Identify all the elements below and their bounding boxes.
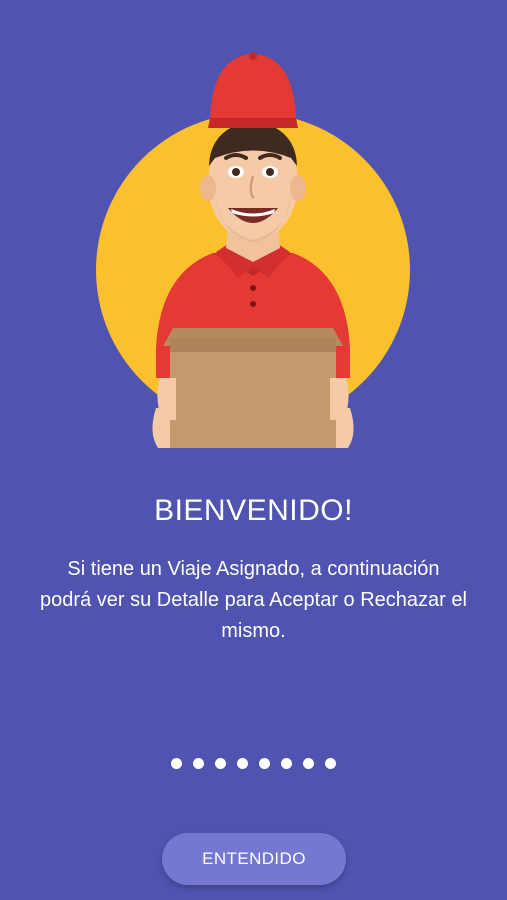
understood-button[interactable]: ENTENDIDO [162,833,346,885]
page-dot[interactable] [303,757,314,769]
page-dot[interactable] [325,757,336,769]
page-dot[interactable] [281,757,292,769]
page-dot[interactable] [259,757,270,769]
welcome-description: Si tiene un Viaje Asignado, a continuaci… [40,558,467,642]
delivery-man-icon [88,48,418,468]
welcome-title: BIENVENIDO! [154,494,353,527]
page-dot[interactable] [237,757,248,769]
onboarding-screen: BIENVENIDO! Si tiene un Viaje Asignado, … [0,0,507,900]
page-dot[interactable] [215,757,226,769]
page-dot[interactable] [193,757,204,769]
page-dot[interactable] [171,757,182,769]
page-indicator [0,756,507,770]
